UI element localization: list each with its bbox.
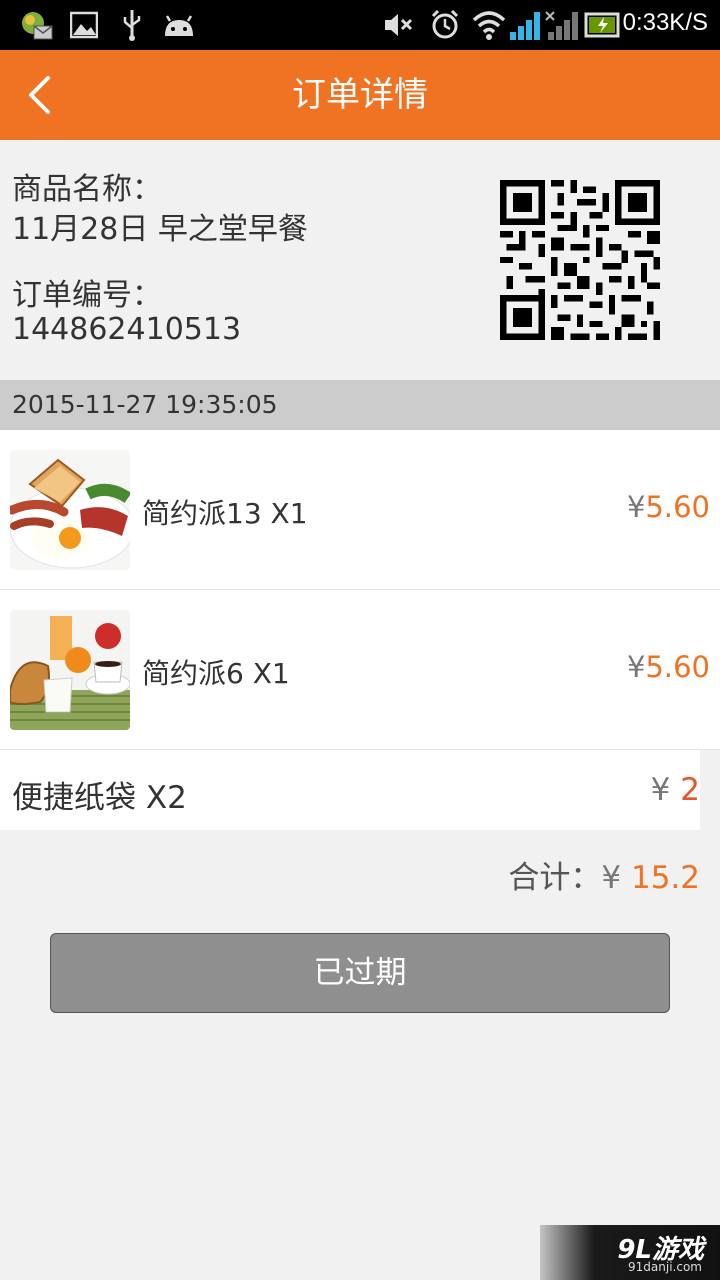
order-total: 合计：¥ 15.2 [508,852,700,897]
item-name: 简约派13 X1 [142,497,308,530]
mute-icon [385,14,413,36]
order-number-value: 144862410513 [12,312,242,347]
photo-app-icon [22,12,53,40]
qr-code [500,180,660,340]
android-icon [165,15,193,36]
bag-price: ¥ 2 [651,772,700,808]
currency-symbol: ¥ [626,490,646,524]
item-price: ¥5.60 [627,490,710,524]
wifi-icon [472,11,506,40]
signal-icon [510,12,540,40]
list-item[interactable]: 简约派6 X1 ¥5.60 [0,590,720,750]
image-icon [70,11,98,39]
status-bar: 0:33K/S [0,0,720,50]
battery-charging-icon [584,12,620,38]
currency-symbol: ¥ [650,772,671,808]
breakfast-toast-eggs-photo [10,450,130,570]
alarm-icon [431,9,459,39]
product-info: 商品名称： 11月28日 早之堂早餐 订单编号： 144862410513 [0,140,720,380]
product-name-label: 商品名称： [12,172,162,207]
order-time-bar: 2015-11-27 19:35:05 [0,380,720,430]
breakfast-coffee-croissant-photo [10,610,130,730]
signal-no-service-icon [545,11,578,40]
network-speed: 0:33K/S [622,9,708,36]
item-price-amount: 5.60 [645,650,710,684]
app-header: 订单详情 [0,50,720,140]
order-number-label: 订单编号： [12,278,162,313]
currency-symbol: ¥ [626,650,646,684]
bag-price-amount: 2 [680,772,700,808]
chevron-left-icon [29,76,50,114]
bag-row: 便捷纸袋 X2 ¥ 2 [0,750,700,830]
currency-symbol: ¥ [601,860,622,896]
site-watermark: 9L游戏 91danji.com [540,1225,720,1280]
total-label: 合计： [508,860,602,896]
item-price: ¥5.60 [627,650,710,684]
usb-icon [123,10,141,41]
total-amount: 15.2 [630,860,700,896]
item-price-amount: 5.60 [645,490,710,524]
list-item[interactable]: 简约派13 X1 ¥5.60 [0,430,720,590]
page-title: 订单详情 [292,75,428,115]
bag-name: 便捷纸袋 X2 [12,780,187,816]
item-name: 简约派6 X1 [142,657,290,690]
order-time: 2015-11-27 19:35:05 [12,390,278,419]
back-button[interactable] [18,70,68,120]
watermark-site: 91danji.com [628,1260,702,1274]
expired-button[interactable]: 已过期 [50,933,670,1013]
product-name-value: 11月28日 早之堂早餐 [12,212,308,247]
